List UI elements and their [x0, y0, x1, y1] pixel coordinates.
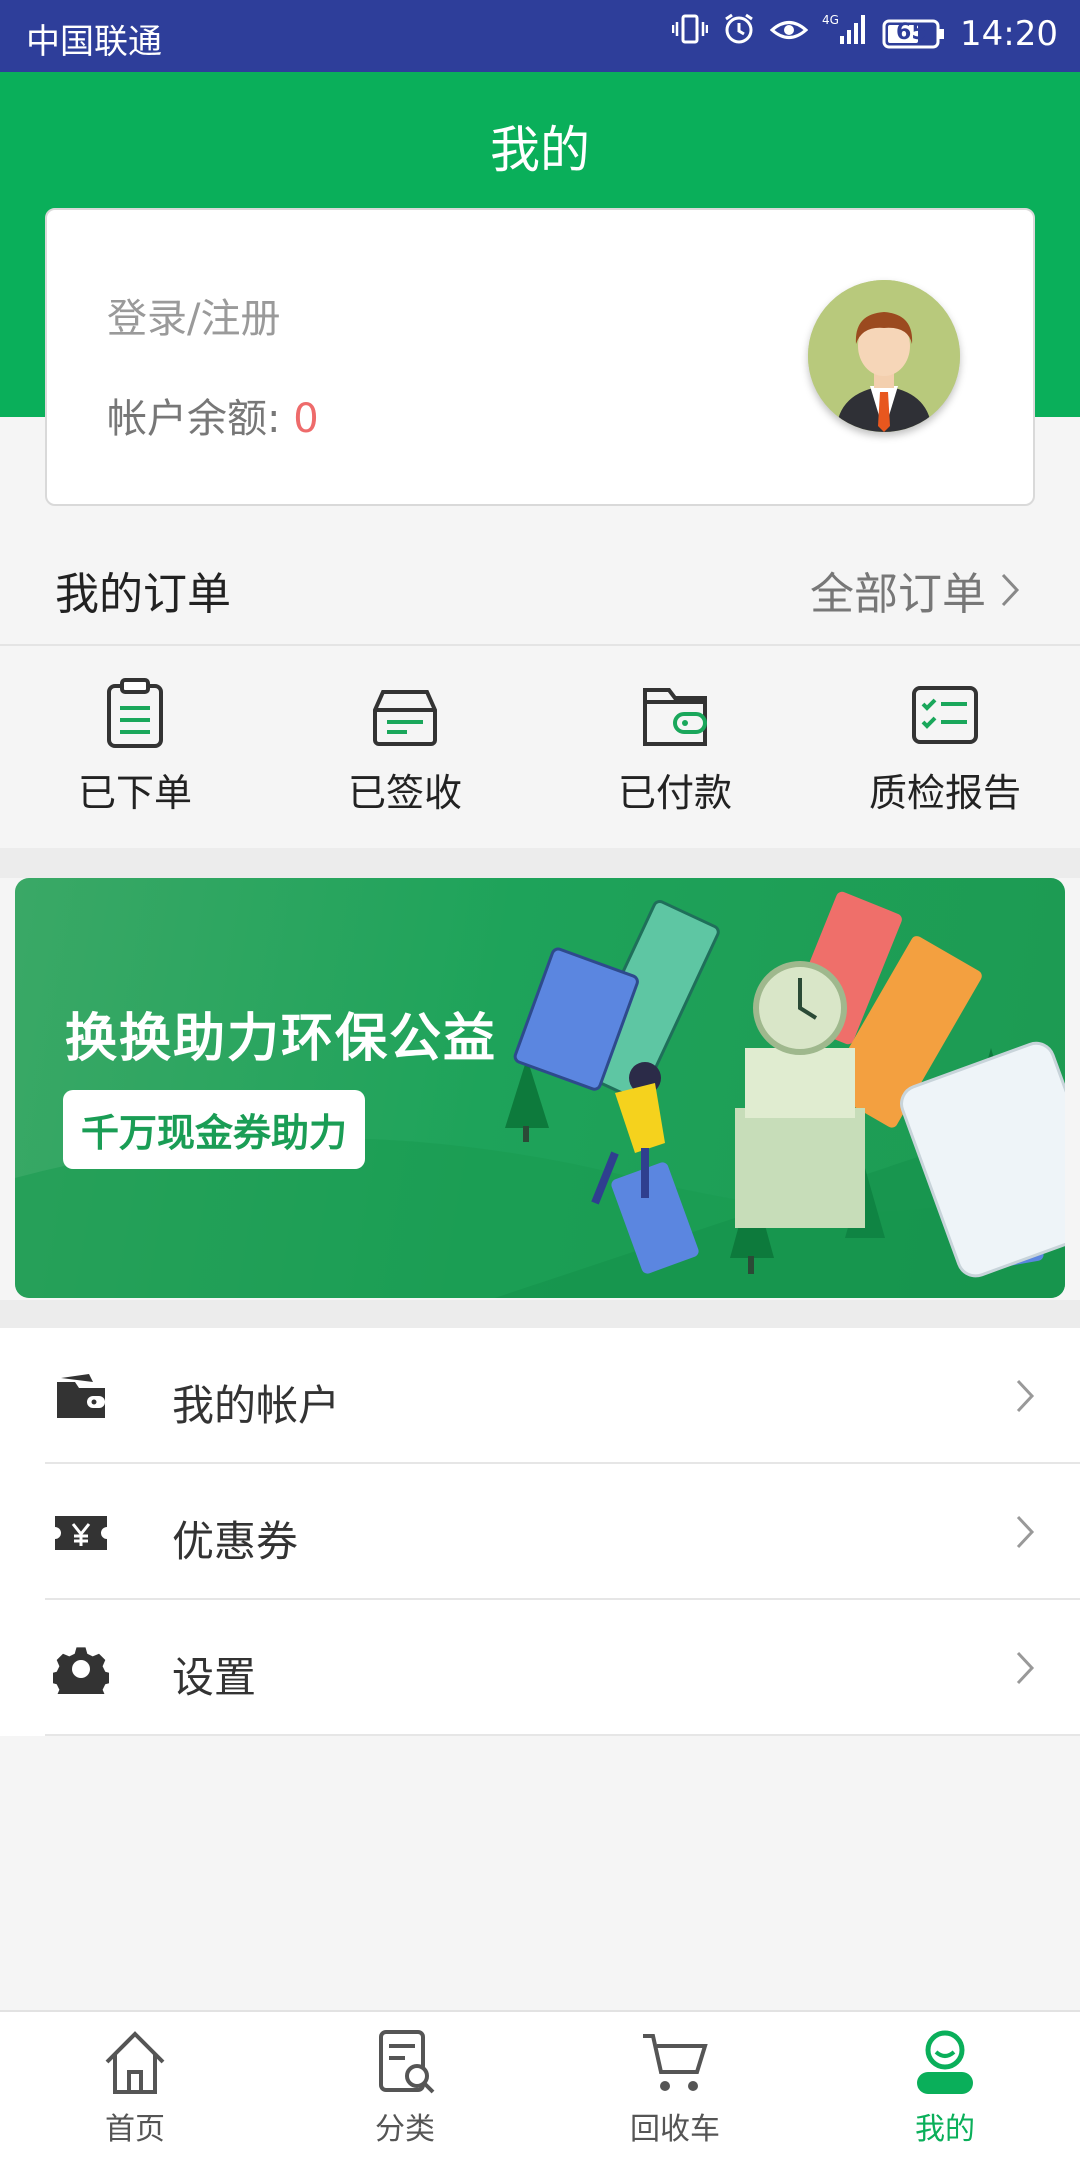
menu-item-settings[interactable]: 设置: [0, 1600, 1080, 1736]
tab-category[interactable]: 分类: [270, 2012, 540, 2160]
order-status-received[interactable]: 已签收: [270, 648, 540, 848]
user-icon: [917, 2030, 973, 2094]
order-status-paid[interactable]: 已付款: [540, 648, 810, 848]
login-register-link[interactable]: 登录/注册: [107, 286, 280, 344]
order-status-label: 质检报告: [868, 771, 1021, 815]
my-orders-title: 我的订单: [55, 569, 231, 620]
chevron-right-icon: [1016, 1515, 1035, 1549]
chevron-right-icon: [1016, 1651, 1035, 1685]
all-orders-link[interactable]: 全部订单: [810, 558, 1020, 622]
page-title: 我的: [490, 121, 590, 179]
tab-label: 回收车: [630, 2112, 720, 2147]
inbox-icon: [373, 690, 437, 746]
tab-label: 分类: [375, 2112, 435, 2147]
home-icon: [105, 2031, 165, 2094]
balance-label: 帐户余额:: [107, 396, 294, 442]
menu-item-label: 设置: [172, 1653, 257, 1702]
svg-text:4G: 4G: [822, 13, 839, 27]
menu-item-label: 优惠券: [172, 1517, 299, 1566]
checklist-icon: [912, 686, 978, 744]
chevron-right-icon: [1016, 1379, 1035, 1413]
signal-icon: 4G: [822, 12, 868, 55]
chevron-right-icon: [1001, 573, 1020, 607]
wallet-icon: [57, 1374, 105, 1418]
order-status-inspection-report[interactable]: 质检报告: [810, 648, 1080, 848]
order-status-label: 已下单: [77, 771, 192, 815]
menu-item-label: 我的帐户: [172, 1381, 341, 1430]
coupon-icon: [55, 1516, 107, 1550]
battery-level: 65: [896, 19, 927, 45]
eye-icon: [769, 14, 809, 54]
menu-item-my-account[interactable]: 我的帐户: [0, 1328, 1080, 1464]
battery-icon: 65: [882, 18, 946, 50]
my-orders-header: 我的订单 全部订单: [0, 528, 1080, 646]
bottom-tab-bar: 首页 分类 回收车 我的: [0, 2010, 1080, 2160]
banner-illustration: [15, 891, 1065, 1298]
status-bar: 中国联通 4G 65 14:20: [0, 0, 1080, 72]
settings-menu: 我的帐户 优惠券 设置: [0, 1328, 1080, 1736]
tab-label: 首页: [105, 2112, 165, 2147]
order-status-label: 已付款: [617, 771, 732, 815]
wallet-icon: [643, 688, 707, 746]
cart-icon: [643, 2034, 708, 2091]
section-divider: [0, 1300, 1080, 1328]
avatar[interactable]: [808, 280, 960, 432]
section-divider: [0, 848, 1080, 878]
banner-title: 换换助力环保公益: [65, 1009, 498, 1069]
promo-banner[interactable]: 换换助力环保公益 千万现金券助力: [15, 878, 1065, 1298]
vibrate-icon: [671, 12, 709, 55]
divider: [45, 1734, 1080, 1736]
order-status-label: 已签收: [347, 771, 462, 815]
tab-label: 我的: [915, 2112, 975, 2147]
tab-mine[interactable]: 我的: [810, 2012, 1080, 2160]
alarm-icon: [722, 12, 756, 55]
tab-recycle-cart[interactable]: 回收车: [540, 2012, 810, 2160]
menu-item-coupons[interactable]: 优惠券: [0, 1464, 1080, 1600]
clock-time: 14:20: [960, 13, 1058, 54]
all-orders-label: 全部订单: [810, 569, 986, 620]
order-status-placed[interactable]: 已下单: [0, 648, 270, 848]
order-status-row: 已下单 已签收 已付款 质检报告: [0, 648, 1080, 848]
tab-home[interactable]: 首页: [0, 2012, 270, 2160]
profile-card: 登录/注册 帐户余额: 0: [45, 208, 1035, 506]
balance-value: 0: [293, 396, 319, 442]
account-balance: 帐户余额: 0: [107, 386, 319, 444]
category-icon: [379, 2030, 435, 2094]
gear-icon: [53, 1647, 109, 1694]
clipboard-icon: [107, 678, 163, 748]
banner-cta-button[interactable]: 千万现金券助力: [63, 1090, 366, 1169]
carrier-name: 中国联通: [26, 22, 162, 62]
